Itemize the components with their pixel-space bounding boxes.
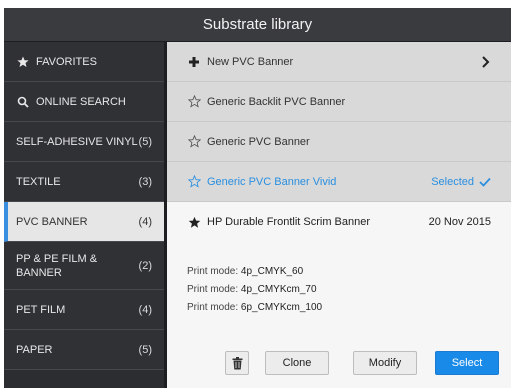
modify-button[interactable]: Modify <box>353 351 417 375</box>
substrate-name: Generic PVC Banner <box>207 135 310 148</box>
sidebar-item-label: PVC BANNER <box>16 215 88 228</box>
print-mode-line: Print mode: 6p_CMYKcm_100 <box>187 302 322 313</box>
sidebar-item-online-search[interactable]: ONLINE SEARCH <box>4 82 164 122</box>
substrate-row[interactable]: Generic Backlit PVC Banner <box>167 82 511 122</box>
search-icon <box>16 95 30 109</box>
sidebar-item-label-group: PP & PE FILM & BANNER <box>16 252 97 280</box>
substrate-list-panel: New PVC Banner Generic Backlit PVC Banne… <box>164 42 511 388</box>
select-button[interactable]: Select <box>435 351 499 375</box>
action-bar: Clone Modify Select <box>167 339 511 388</box>
substrate-row[interactable]: Generic PVC Banner <box>167 122 511 162</box>
sidebar-item-count: (2) <box>138 259 152 272</box>
clone-button[interactable]: Clone <box>265 351 329 375</box>
plus-icon <box>187 55 201 69</box>
substrate-name: HP Durable Frontlit Scrim Banner <box>207 216 371 228</box>
sidebar-item-pet-film[interactable]: PET FILM (4) <box>4 290 164 330</box>
selected-status: Selected <box>431 176 491 188</box>
print-mode-value: 4p_CMYKcm_70 <box>240 284 317 295</box>
substrate-row-expanded[interactable]: HP Durable Frontlit Scrim Banner 20 Nov … <box>167 202 511 242</box>
sidebar-item-count: (4) <box>138 215 152 228</box>
substrate-row-selected[interactable]: Generic PVC Banner Vivid Selected <box>167 162 511 202</box>
print-mode-key: Print mode: <box>187 284 239 295</box>
star-filled-icon[interactable] <box>187 215 201 229</box>
delete-button[interactable] <box>225 351 249 375</box>
new-substrate-row[interactable]: New PVC Banner <box>167 42 511 82</box>
sidebar-item-count: (5) <box>138 135 152 148</box>
sidebar-item-label: ONLINE SEARCH <box>36 95 126 108</box>
print-mode-value: 4p_CMYK_60 <box>240 266 304 277</box>
print-mode-key: Print mode: <box>187 266 239 277</box>
star-outline-icon[interactable] <box>187 135 201 149</box>
sidebar-item-favorites[interactable]: FAVORITES <box>4 42 164 82</box>
star-icon <box>16 55 30 69</box>
sidebar-item-label: SELF-ADHESIVE VINYL <box>16 135 138 148</box>
print-mode-line: Print mode: 4p_CMYKcm_70 <box>187 284 317 295</box>
sidebar-item-pvc-banner[interactable]: PVC BANNER (4) <box>4 202 164 242</box>
sidebar-item-label: PET FILM <box>16 303 66 316</box>
sidebar-item-pp-pe-film-banner[interactable]: PP & PE FILM & BANNER (2) <box>4 242 164 290</box>
substrate-library-window: Substrate library FAVORITES ONLINE SEARC… <box>4 8 511 388</box>
star-outline-icon[interactable] <box>187 175 201 189</box>
new-substrate-label: New PVC Banner <box>207 55 294 68</box>
sidebar-item-count: (5) <box>138 343 152 356</box>
sidebar-item-self-adhesive-vinyl[interactable]: SELF-ADHESIVE VINYL (5) <box>4 122 164 162</box>
substrate-name: Generic PVC Banner Vivid <box>207 175 337 188</box>
sidebar-item-count: (3) <box>138 175 152 188</box>
sidebar-item-label: FAVORITES <box>36 55 97 68</box>
sidebar: FAVORITES ONLINE SEARCH SELF-ADHESIVE VI… <box>4 42 164 388</box>
sidebar-item-paper[interactable]: PAPER (5) <box>4 330 164 370</box>
selected-status-label: Selected <box>431 175 474 188</box>
sidebar-item-textile[interactable]: TEXTILE (3) <box>4 162 164 202</box>
star-outline-icon[interactable] <box>187 95 201 109</box>
trash-icon <box>232 356 243 370</box>
print-mode-line: Print mode: 4p_CMYK_60 <box>187 266 303 277</box>
print-mode-key: Print mode: <box>187 302 239 313</box>
checkmark-icon <box>479 177 491 187</box>
sidebar-item-label: PP & PE FILM & <box>16 252 98 265</box>
sidebar-item-label-line2: BANNER <box>16 266 62 279</box>
sidebar-item-count: (4) <box>138 303 152 316</box>
page-title: Substrate library <box>4 8 511 42</box>
substrate-date: 20 Nov 2015 <box>428 216 491 228</box>
sidebar-item-label: PAPER <box>16 343 53 356</box>
substrate-name: Generic Backlit PVC Banner <box>207 95 346 108</box>
print-mode-value: 6p_CMYKcm_100 <box>240 302 323 313</box>
sidebar-item-label: TEXTILE <box>16 175 61 188</box>
chevron-right-icon <box>481 55 491 68</box>
